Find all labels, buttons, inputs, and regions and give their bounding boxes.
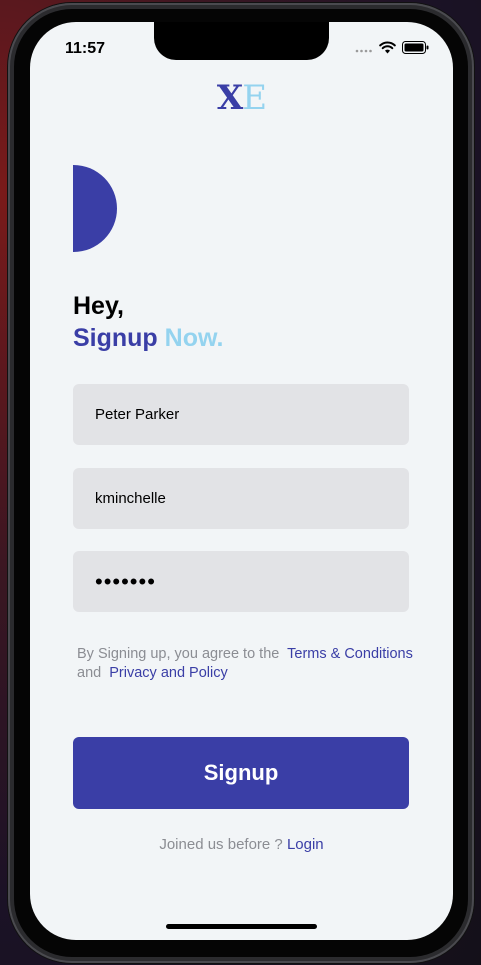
decorative-half-circle — [73, 165, 117, 252]
battery-icon — [402, 41, 429, 54]
title-signup: Signup — [73, 324, 158, 352]
login-link[interactable]: Login — [287, 836, 324, 853]
wifi-icon — [379, 41, 396, 54]
username-field[interactable]: kminchelle — [73, 468, 409, 529]
password-field[interactable]: ••••••• — [73, 551, 409, 612]
terms-link[interactable]: Terms & Conditions — [287, 646, 413, 662]
page-title: Signup Now. — [73, 324, 223, 353]
logo-letter-x: X — [216, 78, 243, 118]
status-time: 11:57 — [65, 40, 106, 57]
terms-notice: By Signing up, you agree to the Terms & … — [77, 645, 449, 683]
password-field-value: ••••••• — [95, 568, 156, 594]
terms-conjunction: and — [77, 665, 102, 681]
home-indicator[interactable] — [166, 924, 317, 929]
logo-letter-e: E — [242, 78, 267, 118]
app-logo: XE — [30, 78, 453, 118]
name-field[interactable]: Peter Parker — [73, 384, 409, 445]
terms-prefix: By Signing up, you agree to the — [77, 646, 280, 662]
signup-button-label: Signup — [203, 760, 279, 785]
status-icons — [355, 41, 429, 54]
title-now: Now. — [164, 324, 224, 352]
username-field-value: kminchelle — [95, 490, 166, 507]
app-screen: 11:57 XE Hey, Signup Now. Peter Parker k… — [30, 22, 453, 940]
greeting-text: Hey, — [73, 292, 124, 320]
privacy-link[interactable]: Privacy and Policy — [109, 665, 227, 681]
name-field-value: Peter Parker — [95, 406, 180, 423]
login-prompt: Joined us before ? — [159, 836, 283, 853]
signal-icon — [355, 49, 372, 52]
login-prompt-row: Joined us before ? Login — [30, 836, 453, 853]
signup-button[interactable]: Signup — [73, 737, 409, 809]
notch — [154, 22, 329, 60]
